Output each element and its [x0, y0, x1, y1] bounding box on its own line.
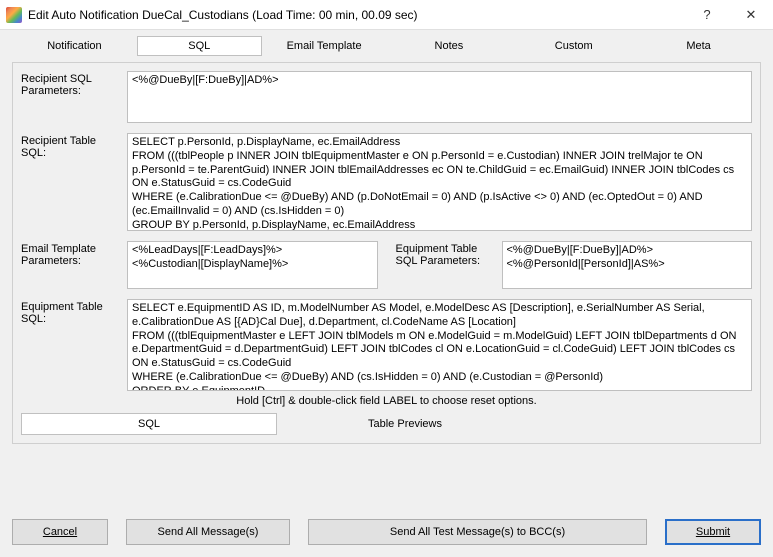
row-template-params: Email Template Parameters: Equipment Tab… — [21, 241, 752, 289]
label-recipient-sql-parameters: Recipient SQL Parameters: — [21, 71, 121, 97]
tab-sql[interactable]: SQL — [137, 36, 262, 56]
help-button[interactable]: ? — [685, 0, 729, 30]
app-icon — [6, 7, 22, 23]
field-equipment-table-sql: Equipment Table SQL: — [21, 299, 752, 391]
input-email-template-parameters[interactable] — [127, 241, 378, 289]
button-bar: Cancel Send All Message(s) Send All Test… — [12, 519, 761, 545]
window-title: Edit Auto Notification DueCal_Custodians… — [28, 8, 685, 22]
subtab-table-previews[interactable]: Table Previews — [277, 413, 533, 435]
input-recipient-table-sql[interactable] — [127, 133, 752, 231]
tab-meta[interactable]: Meta — [636, 36, 761, 56]
field-recipient-sql-parameters: Recipient SQL Parameters: — [21, 71, 752, 123]
input-recipient-sql-parameters[interactable] — [127, 71, 752, 123]
submit-button[interactable]: Submit — [665, 519, 761, 545]
tab-email-template[interactable]: Email Template — [262, 36, 387, 56]
tab-custom[interactable]: Custom — [511, 36, 636, 56]
send-all-button[interactable]: Send All Message(s) — [126, 519, 290, 545]
hint-text: Hold [Ctrl] & double-click field LABEL t… — [21, 391, 752, 413]
sql-group: Recipient SQL Parameters: Recipient Tabl… — [12, 62, 761, 444]
label-equipment-sql-parameters: Equipment Table SQL Parameters: — [396, 241, 496, 289]
input-equipment-sql-parameters[interactable] — [502, 241, 753, 289]
tab-notes[interactable]: Notes — [386, 36, 511, 56]
close-button[interactable]: ✕ — [729, 0, 773, 30]
send-all-test-button[interactable]: Send All Test Message(s) to BCC(s) — [308, 519, 647, 545]
page-tabs: Notification SQL Email Template Notes Cu… — [12, 36, 761, 56]
tab-notification[interactable]: Notification — [12, 36, 137, 56]
label-equipment-table-sql: Equipment Table SQL: — [21, 299, 121, 325]
sub-tabs: SQL Table Previews — [21, 413, 752, 435]
cancel-button[interactable]: Cancel — [12, 519, 108, 545]
field-recipient-table-sql: Recipient Table SQL: — [21, 133, 752, 231]
input-equipment-table-sql[interactable] — [127, 299, 752, 391]
label-recipient-table-sql: Recipient Table SQL: — [21, 133, 121, 159]
label-email-template-parameters: Email Template Parameters: — [21, 241, 121, 289]
subtab-sql[interactable]: SQL — [21, 413, 277, 435]
titlebar: Edit Auto Notification DueCal_Custodians… — [0, 0, 773, 30]
